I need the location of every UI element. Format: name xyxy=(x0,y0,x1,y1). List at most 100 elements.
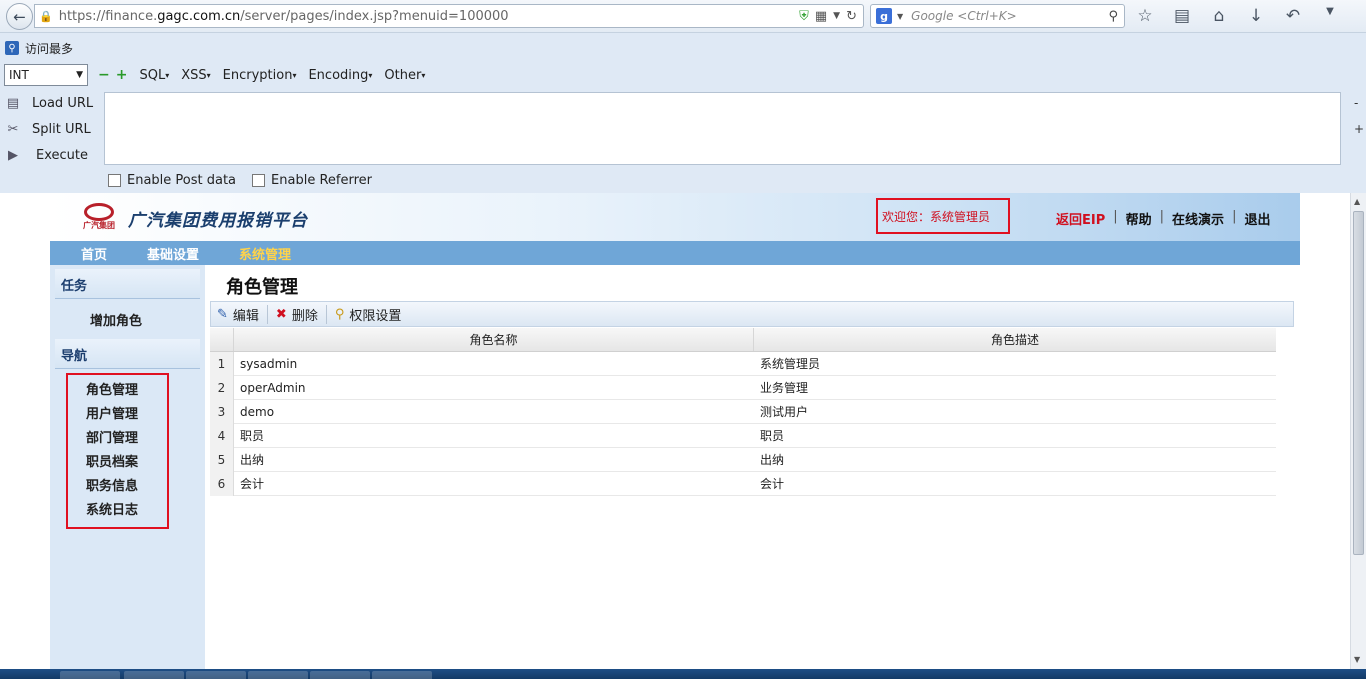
content-area: 角色管理 ✎ 编辑 ✖ 删除 ⚲ 权限设置 角色名称 角色描述 1 sysadm… xyxy=(210,265,1300,669)
search-engine-selector[interactable]: g xyxy=(871,5,897,27)
nav-basic-settings[interactable]: 基础设置 xyxy=(147,244,199,263)
search-icon[interactable]: ⚲ xyxy=(1108,9,1118,24)
hackbar-menu: − + SQL▾ XSS▾ Encryption▾ Encoding▾ Othe… xyxy=(98,67,425,83)
page-scrollbar[interactable]: ▲ ▼ xyxy=(1350,193,1366,669)
execute-button[interactable]: ▶ Execute xyxy=(4,146,93,164)
nav-home[interactable]: 首页 xyxy=(81,244,107,263)
header-links: 返回EIP | 帮助 | 在线演示 | 退出 xyxy=(1056,209,1271,228)
search-placeholder: Google <Ctrl+K> xyxy=(911,9,1017,23)
scrollbar-thumb[interactable] xyxy=(1353,211,1364,555)
select-arrow-icon: ▼ xyxy=(76,70,83,80)
menu-xss[interactable]: XSS▾ xyxy=(181,68,210,83)
sidebar-task-header: 任务 xyxy=(55,269,200,299)
browser-navbar: ← 🔒 https://finance.gagc.com.cn/server/p… xyxy=(0,0,1366,33)
column-header-role-name[interactable]: 角色名称 xyxy=(234,328,754,351)
page-title: 角色管理 xyxy=(226,277,298,298)
home-icon[interactable]: ⌂ xyxy=(1208,6,1230,26)
online-demo-link[interactable]: 在线演示 xyxy=(1172,209,1224,228)
table-row[interactable]: 6 会计 会计 xyxy=(210,471,1276,496)
hackbar-url-textarea[interactable] xyxy=(104,92,1341,165)
download-icon[interactable]: ↓ xyxy=(1245,6,1267,26)
most-visited-icon: ⚲ xyxy=(5,41,19,55)
load-url-button[interactable]: ▤ Load URL xyxy=(4,94,93,112)
key-icon: ⚲ xyxy=(334,306,345,322)
expand-textarea-button[interactable]: + xyxy=(1354,122,1364,136)
minus-icon[interactable]: − xyxy=(98,67,110,83)
menu-encryption[interactable]: Encryption▾ xyxy=(223,68,297,83)
logout-link[interactable]: 退出 xyxy=(1244,209,1270,228)
search-bar[interactable]: g ▼ Google <Ctrl+K> ⚲ xyxy=(870,4,1125,28)
engine-dropdown-icon[interactable]: ▼ xyxy=(897,12,903,21)
enable-post-checkbox[interactable]: Enable Post data xyxy=(108,173,236,188)
overflow-dropdown-icon[interactable]: ▼ xyxy=(1319,6,1341,26)
reload-icon[interactable]: ↻ xyxy=(846,9,857,24)
hackbar-options: Enable Post data Enable Referrer xyxy=(108,173,372,188)
menu-sql[interactable]: SQL▾ xyxy=(139,68,169,83)
taskbar-app[interactable] xyxy=(310,671,370,679)
web-page: 广汽集团 广汽集团费用报销平台 欢迎您：系统管理员 返回EIP | 帮助 | 在… xyxy=(0,193,1350,669)
back-to-eip-link[interactable]: 返回EIP xyxy=(1056,209,1105,228)
edit-button[interactable]: ✎ 编辑 xyxy=(217,304,268,324)
split-url-icon: ✂ xyxy=(7,121,19,137)
delete-icon: ✖ xyxy=(275,306,287,322)
scroll-up-icon[interactable]: ▲ xyxy=(1354,197,1360,206)
add-role-link[interactable]: 增加角色 xyxy=(50,299,205,339)
undo-icon[interactable]: ↶ xyxy=(1282,6,1304,26)
edit-icon: ✎ xyxy=(217,306,228,322)
hackbar-select-value: INT xyxy=(9,68,29,82)
sidebar-item-system-log[interactable]: 系统日志 xyxy=(86,499,167,523)
checkbox-box xyxy=(252,174,266,187)
site-header: 广汽集团 广汽集团费用报销平台 欢迎您：系统管理员 返回EIP | 帮助 | 在… xyxy=(50,193,1300,241)
delete-button[interactable]: ✖ 删除 xyxy=(275,304,327,324)
hackbar: INT ▼ − + SQL▾ XSS▾ Encryption▾ Encoding… xyxy=(0,60,1366,193)
menu-other[interactable]: Other▾ xyxy=(384,68,425,83)
table-row[interactable]: 2 operAdmin 业务管理 xyxy=(210,375,1276,400)
table-row[interactable]: 4 职员 职员 xyxy=(210,423,1276,448)
url-bar[interactable]: 🔒 https://finance.gagc.com.cn/server/pag… xyxy=(34,4,864,28)
main-nav: 首页 基础设置 系统管理 xyxy=(50,241,1300,265)
sidebar: 任务 增加角色 导航 角色管理 用户管理 部门管理 职员档案 职务信息 系统日志 xyxy=(50,265,205,669)
reading-list-icon[interactable]: ▤ xyxy=(1171,6,1193,26)
help-link[interactable]: 帮助 xyxy=(1126,209,1152,228)
dropdown-icon[interactable]: ▼ xyxy=(833,11,840,21)
shield-icon[interactable]: ⛨ xyxy=(799,9,809,24)
scroll-down-icon[interactable]: ▼ xyxy=(1354,655,1360,664)
taskbar-app[interactable] xyxy=(372,671,432,679)
sidebar-nav-header: 导航 xyxy=(55,339,200,369)
taskbar-app[interactable] xyxy=(124,671,184,679)
back-button[interactable]: ← xyxy=(6,3,33,30)
sidebar-item-department-management[interactable]: 部门管理 xyxy=(86,427,167,451)
taskbar-app[interactable] xyxy=(60,671,120,679)
page-container: 广汽集团 广汽集团费用报销平台 欢迎您：系统管理员 返回EIP | 帮助 | 在… xyxy=(50,193,1300,669)
plus-icon[interactable]: + xyxy=(116,67,128,83)
split-url-button[interactable]: ✂ Split URL xyxy=(4,120,93,138)
navbar-tools: ☆ ▤ ⌂ ↓ ↶ ▼ ☰ xyxy=(1134,6,1366,26)
welcome-message: 欢迎您：系统管理员 xyxy=(876,198,1010,234)
sidebar-item-employee-records[interactable]: 职员档案 xyxy=(86,451,167,475)
sidebar-item-user-management[interactable]: 用户管理 xyxy=(86,403,167,427)
lock-icon: 🔒 xyxy=(39,9,53,23)
table-row[interactable]: 5 出纳 出纳 xyxy=(210,447,1276,472)
most-visited-bookmark[interactable]: 访问最多 xyxy=(25,40,73,57)
column-header-role-desc[interactable]: 角色描述 xyxy=(754,328,1276,351)
sidebar-item-position-info[interactable]: 职务信息 xyxy=(86,475,167,499)
roles-table: 角色名称 角色描述 1 sysadmin 系统管理员 2 operAdmin 业… xyxy=(210,328,1276,496)
taskbar-app[interactable] xyxy=(248,671,308,679)
sidebar-item-role-management[interactable]: 角色管理 xyxy=(86,379,167,403)
menu-icon[interactable]: ☰ xyxy=(1362,6,1366,26)
hackbar-type-select[interactable]: INT ▼ xyxy=(4,64,88,86)
table-row[interactable]: 3 demo 测试用户 xyxy=(210,399,1276,424)
bookmark-star-icon[interactable]: ☆ xyxy=(1134,6,1156,26)
table-row[interactable]: 1 sysadmin 系统管理员 xyxy=(210,351,1276,376)
enable-referrer-checkbox[interactable]: Enable Referrer xyxy=(252,173,372,188)
shrink-textarea-button[interactable]: - xyxy=(1354,96,1358,110)
site-title: 广汽集团费用报销平台 xyxy=(128,210,308,231)
qr-code-icon[interactable]: ▦ xyxy=(815,9,827,24)
menu-encoding[interactable]: Encoding▾ xyxy=(308,68,372,83)
load-url-icon: ▤ xyxy=(6,95,20,111)
permission-settings-button[interactable]: ⚲ 权限设置 xyxy=(335,305,410,324)
url-text[interactable]: https://finance.gagc.com.cn/server/pages… xyxy=(59,9,799,24)
nav-system-management[interactable]: 系统管理 xyxy=(239,244,291,263)
google-icon: g xyxy=(876,8,892,24)
taskbar-app[interactable] xyxy=(186,671,246,679)
